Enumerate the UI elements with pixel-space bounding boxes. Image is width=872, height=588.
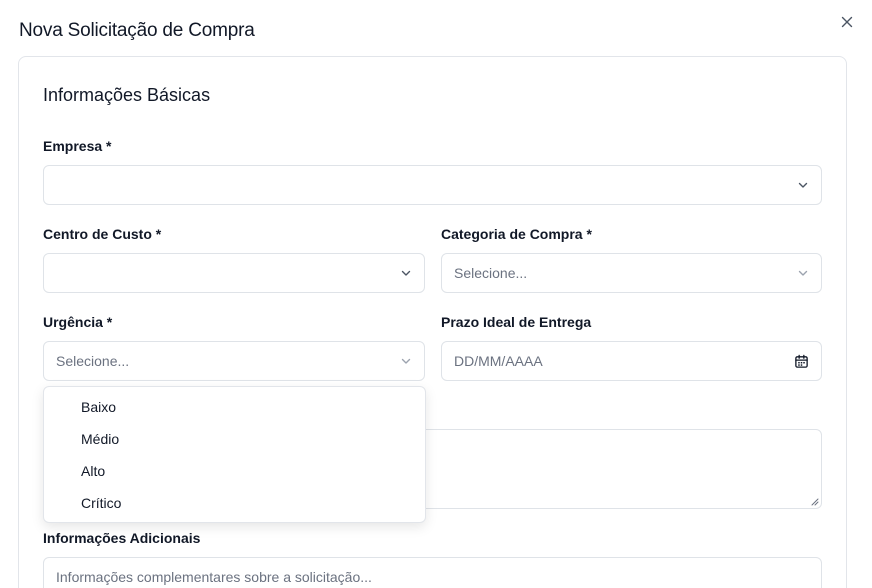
- prazo-date-input[interactable]: DD/MM/AAAA: [441, 341, 822, 381]
- prazo-label: Prazo Ideal de Entrega: [441, 314, 592, 330]
- empresa-label: Empresa *: [43, 138, 112, 154]
- dropdown-option-critico[interactable]: Crítico: [48, 487, 421, 519]
- empresa-select[interactable]: [43, 165, 822, 205]
- dropdown-option-medio[interactable]: Médio: [48, 423, 421, 455]
- calendar-icon[interactable]: [793, 353, 809, 369]
- urgencia-dropdown: Baixo Médio Alto Crítico: [43, 386, 426, 523]
- categoria-value: Selecione...: [454, 265, 528, 281]
- info-adicionais-placeholder: Informações complementares sobre a solic…: [56, 569, 372, 585]
- chevron-down-icon: [797, 179, 809, 191]
- chevron-down-icon: [797, 267, 809, 279]
- section-title: Informações Básicas: [43, 85, 211, 105]
- close-icon: [841, 16, 853, 28]
- urgencia-select[interactable]: Selecione...: [43, 341, 425, 381]
- resize-grip-icon[interactable]: [810, 497, 819, 506]
- dropdown-option-baixo[interactable]: Baixo: [48, 391, 421, 423]
- info-adicionais-label: Informações Adicionais: [43, 530, 201, 546]
- dialog-title: Nova Solicitação de Compra: [19, 20, 255, 41]
- prazo-placeholder: DD/MM/AAAA: [454, 353, 543, 369]
- categoria-label: Categoria de Compra *: [441, 226, 592, 242]
- centro-custo-select[interactable]: [43, 253, 425, 293]
- dropdown-option-alto[interactable]: Alto: [48, 455, 421, 487]
- centro-custo-label: Centro de Custo *: [43, 226, 162, 242]
- close-button[interactable]: [838, 13, 856, 31]
- categoria-select[interactable]: Selecione...: [441, 253, 822, 293]
- urgencia-label: Urgência *: [43, 314, 113, 330]
- chevron-down-icon: [400, 267, 412, 279]
- chevron-down-icon: [400, 355, 412, 367]
- info-adicionais-input[interactable]: Informações complementares sobre a solic…: [43, 557, 822, 588]
- urgencia-value: Selecione...: [56, 353, 130, 369]
